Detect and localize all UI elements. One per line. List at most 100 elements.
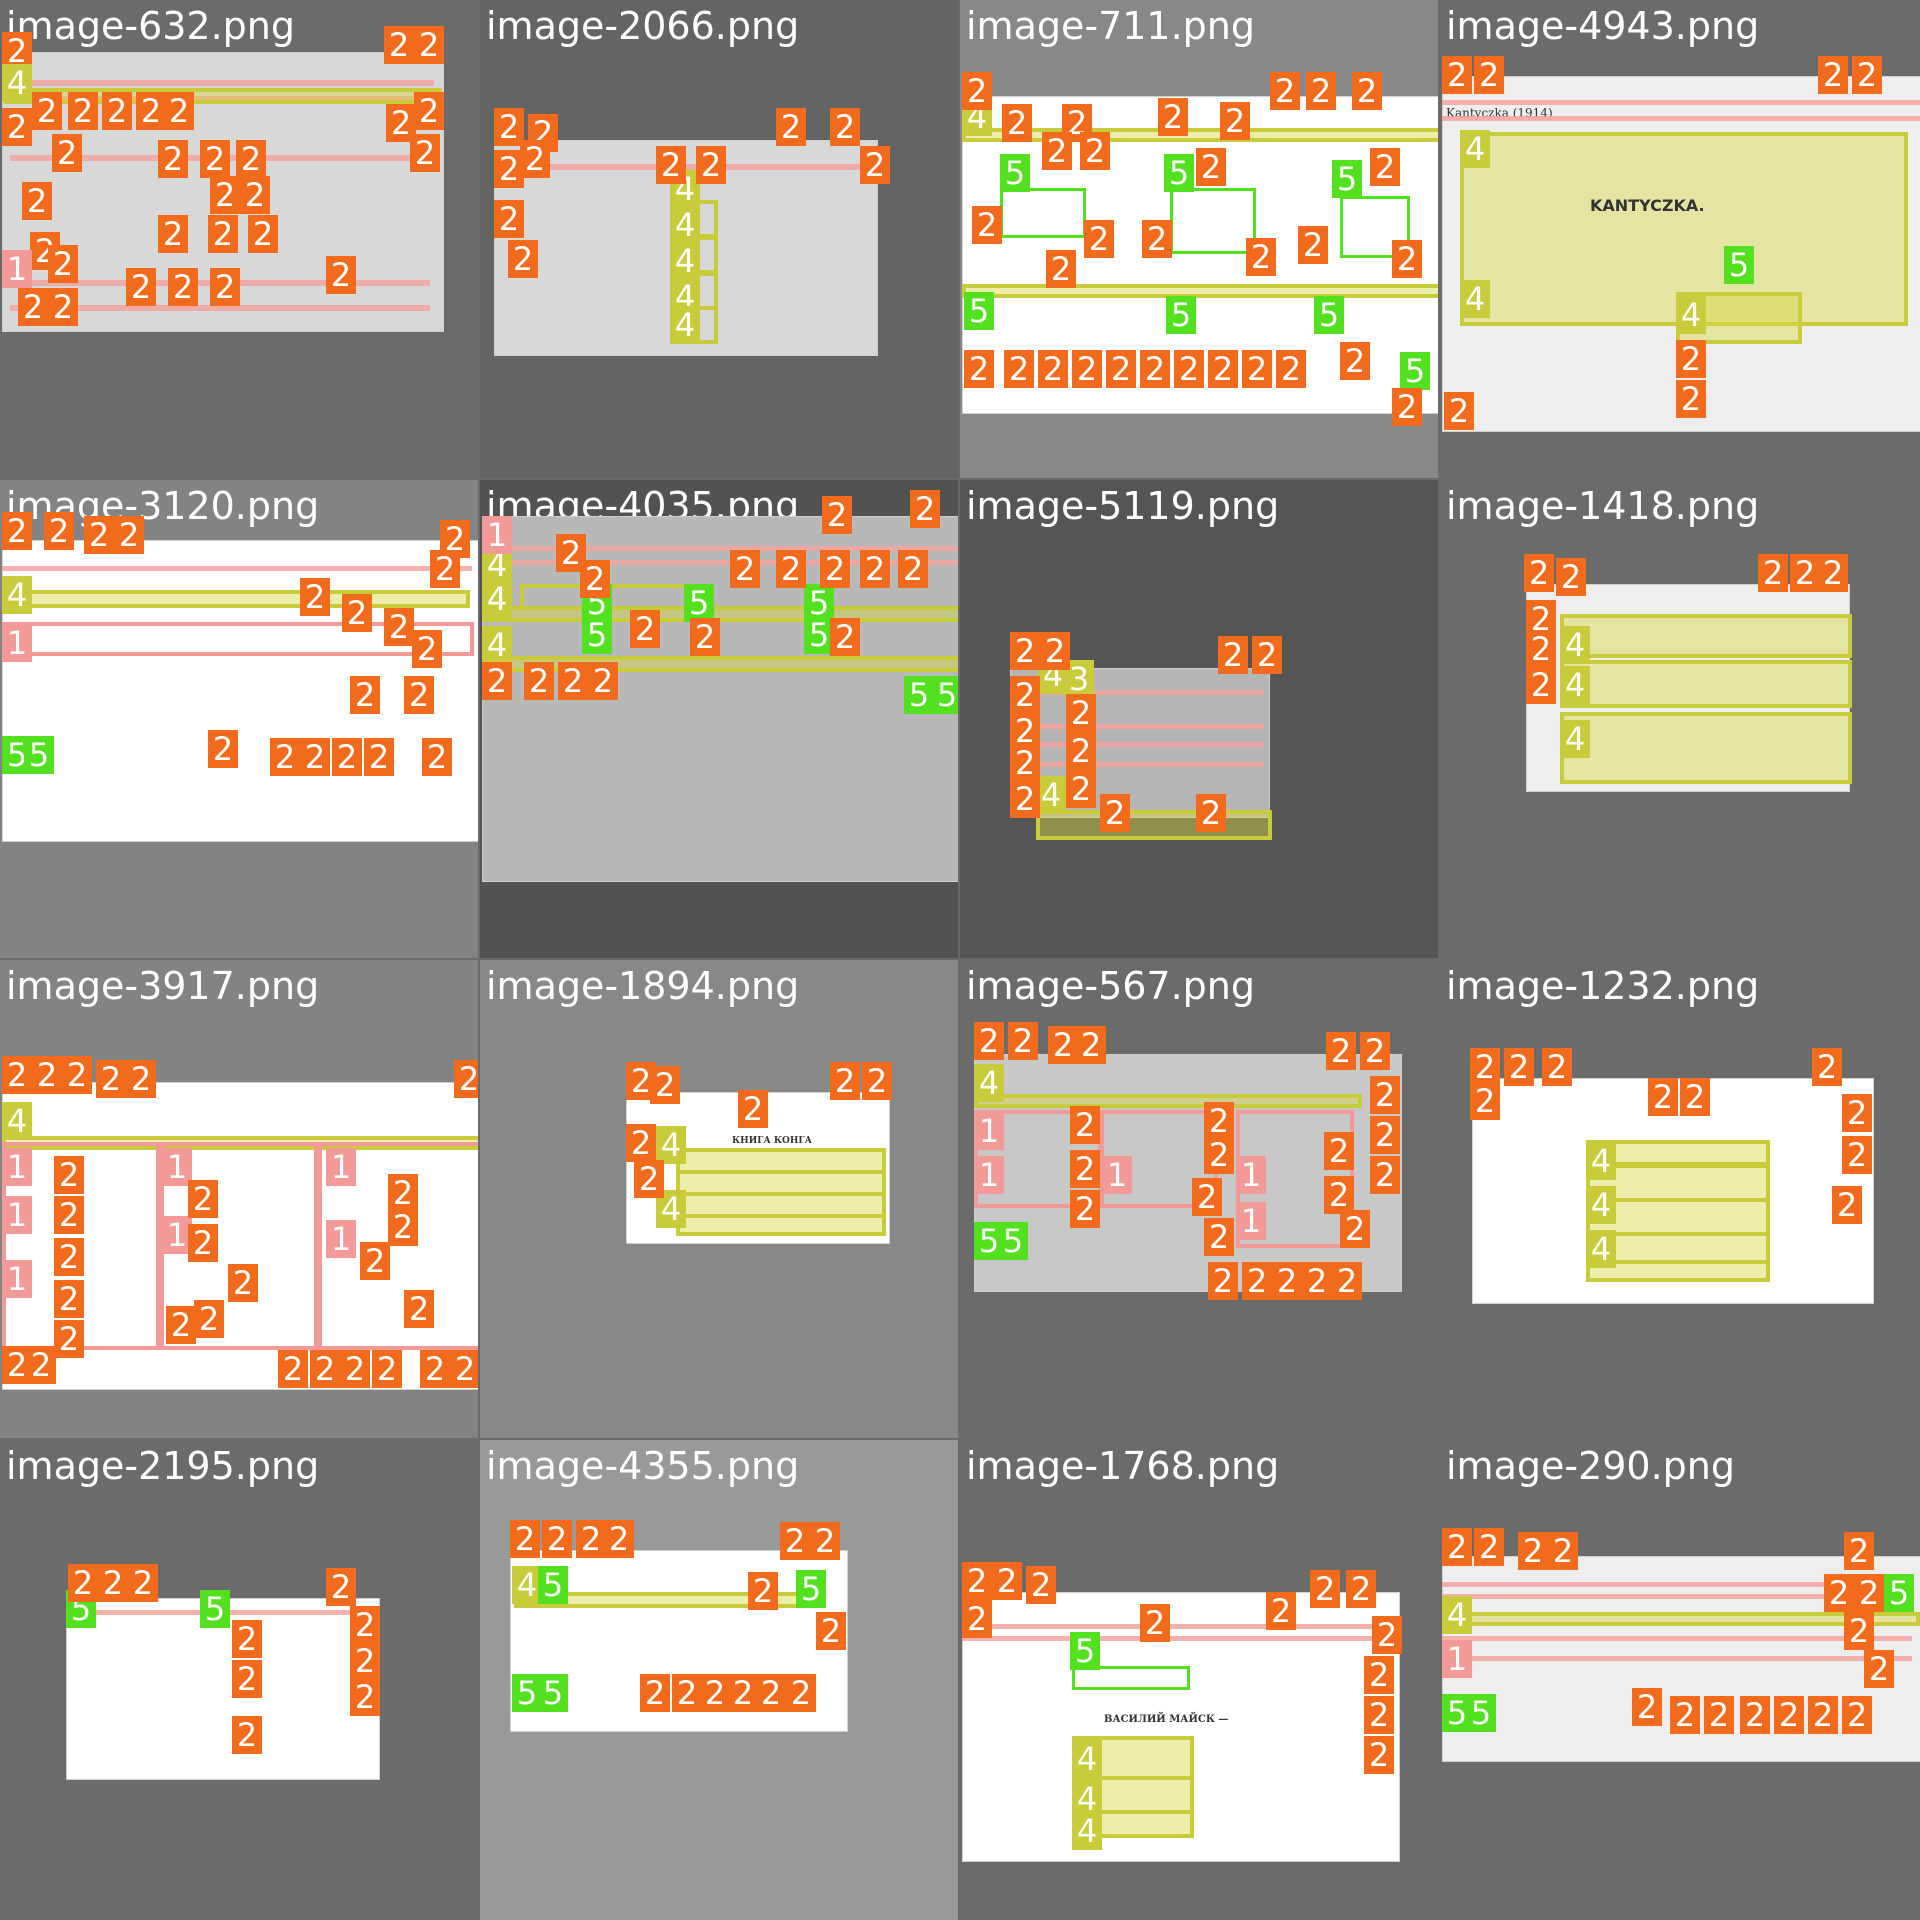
tile-image-2066: image-2066.png 4 4 4 4 4 2 2 2 2 2 2 2 2… (480, 0, 958, 478)
annotation-badge: 2 (342, 594, 372, 632)
annotation-badge: 4 (1586, 1186, 1616, 1224)
annotation-badge: 2 (1158, 98, 1188, 136)
annotation-badge: 2 (1824, 1574, 1854, 1612)
annotation-badge: 2 (420, 1350, 450, 1388)
layout-region (1560, 660, 1852, 708)
tile-image-290: image-290.png 4 1 5 5 5 2 2 2 2 2 2 2 2 … (1440, 1440, 1920, 1920)
text-region (962, 1636, 1382, 1641)
annotation-badge: 2 (1364, 1736, 1394, 1774)
annotation-badge: 2 (326, 1568, 356, 1606)
annotation-badge: 2 (1270, 72, 1300, 110)
annotation-badge: 2 (822, 496, 852, 534)
annotation-badge: 2 (1680, 1078, 1710, 1116)
annotation-badge: 2 (1040, 632, 1070, 670)
layout-region (962, 284, 1438, 298)
annotation-badge: 2 (270, 738, 300, 776)
annotation-badge: 2 (630, 610, 660, 648)
annotation-badge: 2 (1844, 1532, 1874, 1570)
text-region (1442, 1656, 1912, 1661)
annotation-badge: 2 (700, 1674, 730, 1712)
annotation-badge: 2 (748, 1572, 778, 1610)
annotation-badge: 2 (1208, 350, 1238, 388)
annotation-badge: 2 (300, 578, 330, 616)
annotation-badge: 2 (404, 676, 434, 714)
annotation-badge: 2 (1392, 388, 1422, 426)
annotation-badge: 2 (520, 140, 550, 178)
annotation-badge: 2 (510, 1520, 540, 1558)
annotation-badge: 4 (1560, 626, 1590, 664)
annotation-badge: 2 (1474, 1528, 1504, 1566)
annotation-badge: 2 (860, 550, 890, 588)
annotation-badge: 2 (1218, 636, 1248, 674)
annotation-badge: 2 (1276, 350, 1306, 388)
annotation-badge: 1 (1442, 1640, 1472, 1678)
annotation-badge: 4 (1560, 666, 1590, 704)
annotation-badge: 2 (1010, 780, 1040, 818)
annotation-grid: image-632.png 2 4 2 2 2 2 2 2 2 2 2 2 2 … (0, 0, 1920, 1920)
annotation-badge: 2 (1556, 558, 1586, 596)
annotation-badge: 2 (1066, 732, 1096, 770)
annotation-badge: 4 (1586, 1230, 1616, 1268)
annotation-badge: 2 (360, 1242, 390, 1280)
annotation-badge: 2 (650, 1066, 680, 1104)
annotation-badge: 2 (2, 512, 32, 550)
annotation-badge: 1 (2, 624, 32, 662)
annotation-badge: 2 (1504, 1048, 1534, 1086)
annotation-badge: 2 (1346, 1570, 1376, 1608)
layout-region (1560, 712, 1852, 784)
annotation-badge: 1 (974, 1156, 1004, 1194)
annotation-badge: 2 (962, 1562, 992, 1600)
annotation-badge: 2 (558, 662, 588, 700)
annotation-badge: 1 (974, 1112, 1004, 1150)
image-region (1000, 188, 1086, 238)
annotation-badge: 1 (2, 1148, 32, 1186)
annotation-badge: 2 (830, 108, 860, 146)
annotation-badge: 2 (1844, 1612, 1874, 1650)
annotation-badge: 2 (1442, 56, 1472, 94)
annotation-badge: 2 (1010, 744, 1040, 782)
annotation-badge: 2 (1242, 1262, 1272, 1300)
annotation-badge: 2 (26, 1346, 56, 1384)
text-region (1442, 100, 1920, 105)
tile-image-1768: image-1768.png ВАСИЛИЙ МАЙСК — 5 4 4 4 2… (960, 1440, 1438, 1920)
annotation-badge: 2 (1648, 1078, 1678, 1116)
annotation-badge: 2 (208, 730, 238, 768)
annotation-badge: 1 (1236, 1202, 1266, 1240)
annotation-badge: 2 (164, 92, 194, 130)
annotation-badge: 5 (796, 1570, 826, 1608)
annotation-badge: 2 (542, 1520, 572, 1558)
annotation-badge: 2 (1072, 350, 1102, 388)
tile-image-1418: image-1418.png 4 4 4 2 2 2 2 2 2 2 2 (1440, 480, 1920, 958)
annotation-badge: 5 (904, 676, 934, 714)
annotation-badge: 2 (1332, 1262, 1362, 1300)
annotation-badge: 2 (410, 134, 440, 172)
annotation-badge: 2 (1842, 1136, 1872, 1174)
tile-title: image-2066.png (486, 4, 800, 48)
annotation-badge: 5 (538, 1674, 568, 1712)
annotation-badge: 2 (126, 268, 156, 306)
annotation-badge: 2 (1204, 1136, 1234, 1174)
annotation-badge: 2 (1352, 72, 1382, 110)
annotation-badge: 2 (232, 1620, 262, 1658)
annotation-badge: 2 (412, 630, 442, 668)
annotation-badge: 2 (776, 108, 806, 146)
annotation-badge: 5 (582, 616, 612, 654)
annotation-badge: 2 (776, 550, 806, 588)
annotation-badge: 2 (1196, 794, 1226, 832)
tile-title: image-1894.png (486, 964, 800, 1008)
annotation-badge: 2 (54, 1280, 84, 1318)
annotation-badge: 4 (2, 64, 32, 102)
annotation-badge: 2 (1774, 1696, 1804, 1734)
annotation-badge: 1 (2, 250, 32, 288)
annotation-badge: 2 (1854, 1574, 1884, 1612)
annotation-badge: 2 (364, 738, 394, 776)
annotation-badge: 2 (208, 215, 238, 253)
annotation-badge: 2 (404, 1290, 434, 1328)
annotation-badge: 2 (1818, 56, 1848, 94)
annotation-badge: 2 (210, 268, 240, 306)
annotation-badge: 2 (68, 1564, 98, 1602)
annotation-badge: 2 (422, 738, 452, 776)
tile-title: image-3917.png (6, 964, 320, 1008)
annotation-badge: 1 (2, 1260, 32, 1298)
annotation-badge: 5 (24, 736, 54, 774)
